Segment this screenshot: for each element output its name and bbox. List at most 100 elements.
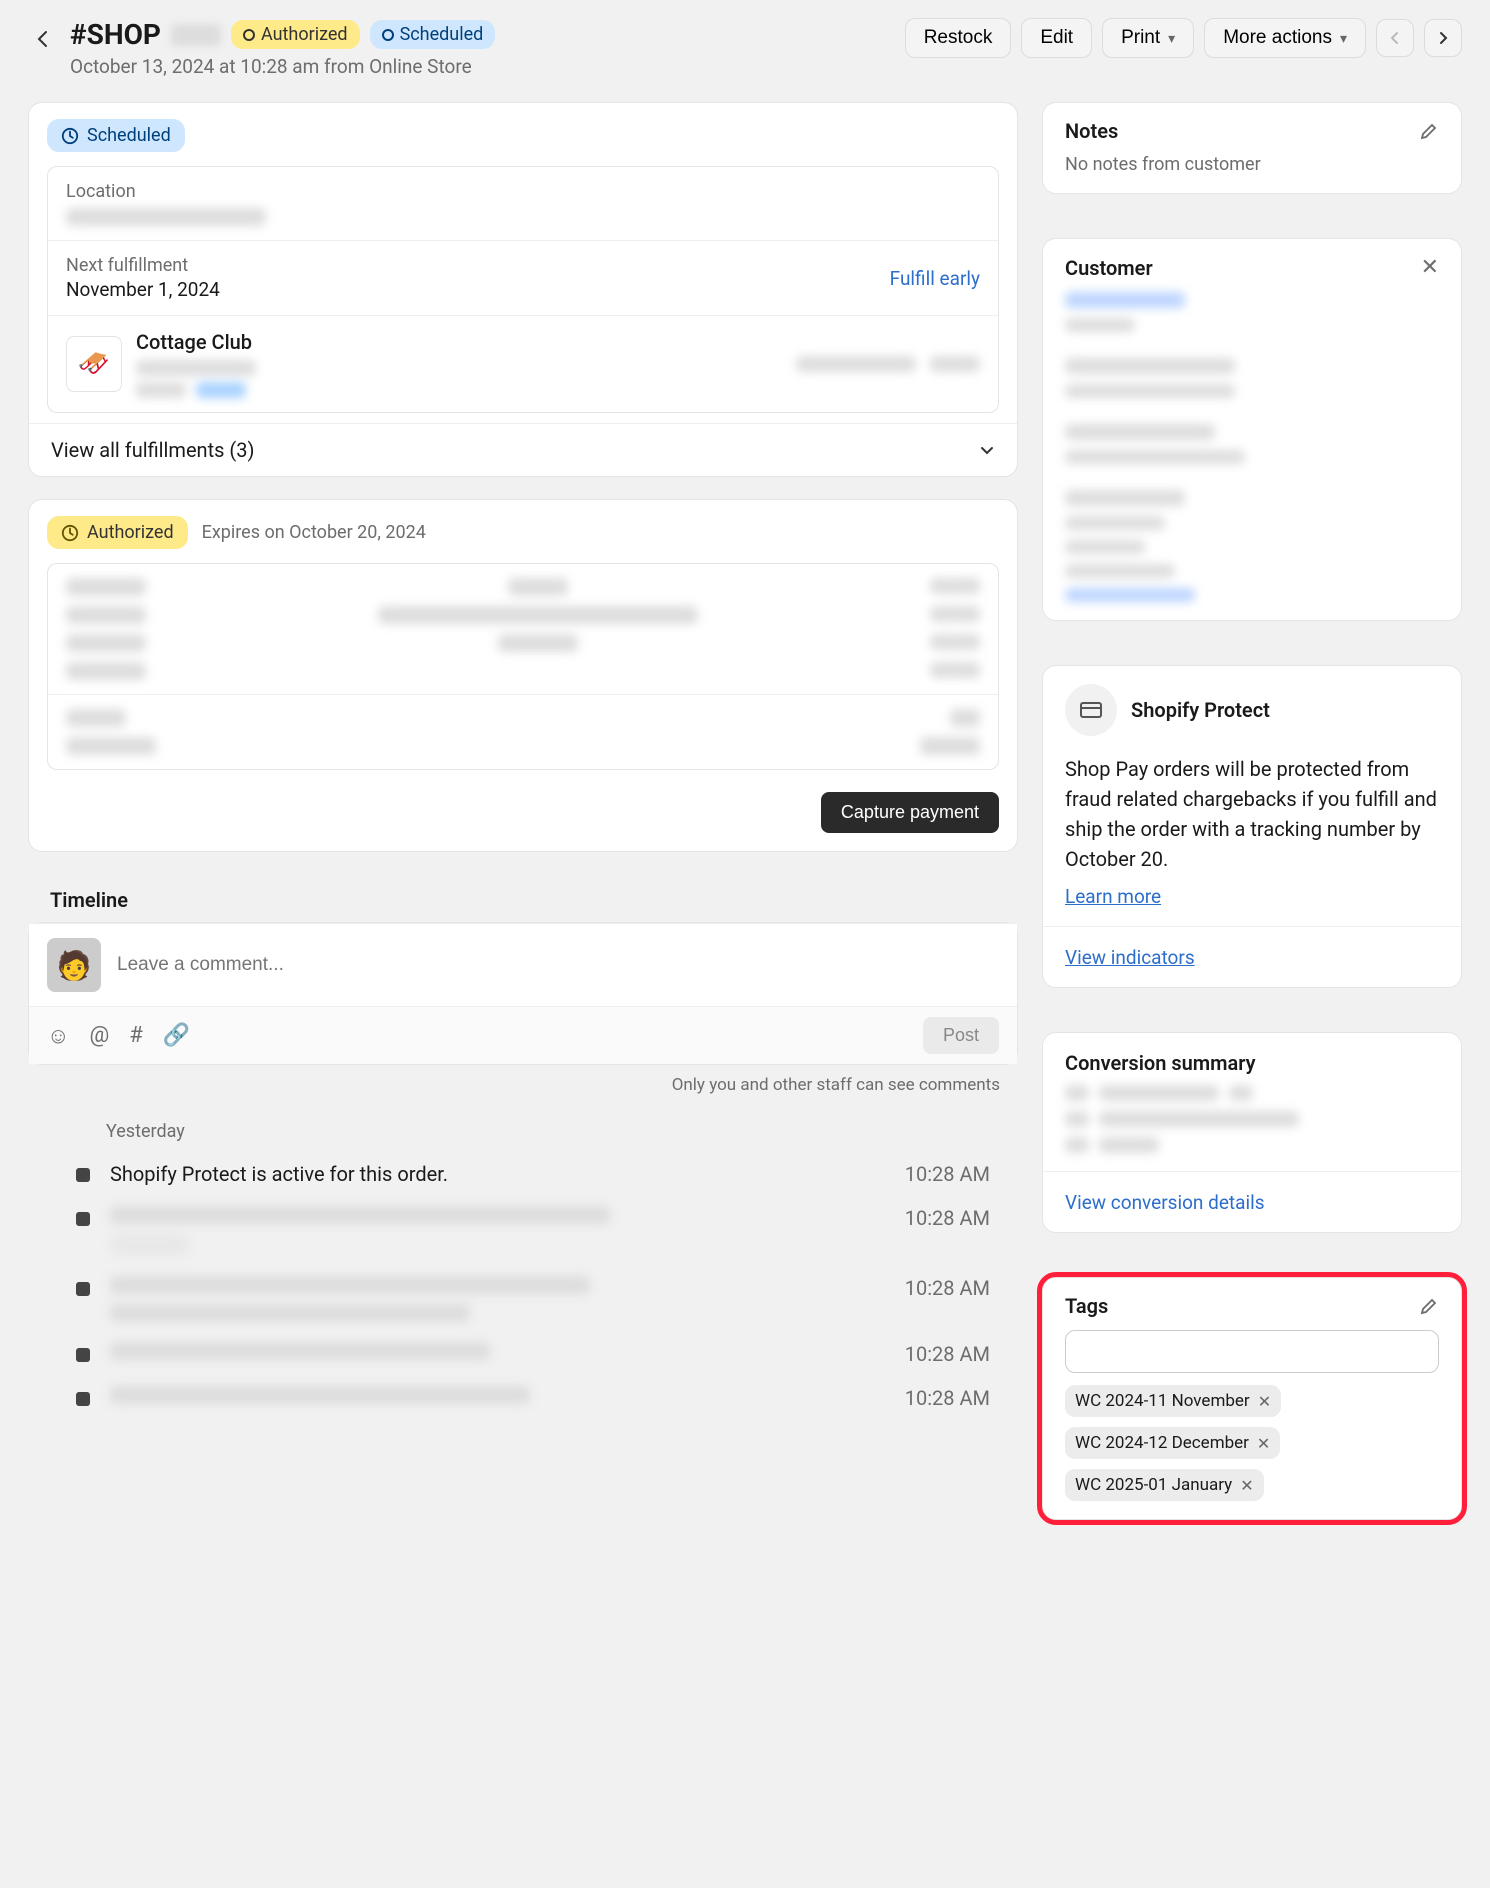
tag-label: WC 2024-11 November: [1075, 1391, 1250, 1411]
badge-label: Authorized: [261, 24, 348, 45]
timeline-day: Yesterday: [106, 1121, 1000, 1142]
clock-icon: [61, 127, 79, 145]
tags-input[interactable]: [1065, 1330, 1439, 1373]
timeline-time: 10:28 AM: [905, 1206, 990, 1230]
back-button[interactable]: [28, 24, 58, 54]
conversion-redacted: [1065, 1085, 1089, 1101]
more-actions-button[interactable]: More actions: [1204, 18, 1366, 58]
mention-icon[interactable]: @: [89, 1023, 109, 1049]
conversion-redacted: [1229, 1085, 1253, 1101]
summary-redacted: [66, 737, 156, 755]
timeline-redacted: [110, 1342, 490, 1360]
payment-expires: Expires on October 20, 2024: [202, 522, 426, 543]
post-button[interactable]: Post: [923, 1017, 999, 1054]
price-redacted: [796, 356, 916, 372]
summary-redacted: [930, 578, 980, 594]
next-fulfillment-label: Next fulfillment: [66, 255, 220, 276]
tag-remove-icon[interactable]: ✕: [1257, 1434, 1270, 1453]
summary-redacted: [66, 662, 146, 680]
tag-label: WC 2025-01 January: [1075, 1475, 1232, 1495]
pill-label: Scheduled: [87, 125, 171, 146]
hashtag-icon[interactable]: #: [129, 1023, 143, 1049]
avatar: 🧑: [47, 938, 101, 992]
timeline-dot-icon: [76, 1212, 90, 1226]
customer-redacted: [1065, 450, 1245, 464]
authorized-dot-icon: [243, 29, 255, 41]
remove-customer-icon[interactable]: ✕: [1421, 255, 1439, 280]
timeline-item: 10:28 AM: [46, 1342, 1000, 1366]
customer-redacted: [1065, 358, 1235, 374]
protect-title: Shopify Protect: [1131, 698, 1270, 722]
restock-button[interactable]: Restock: [905, 18, 1012, 58]
tag-remove-icon[interactable]: ✕: [1240, 1476, 1253, 1495]
tag-chip: WC 2024-12 December ✕: [1065, 1427, 1280, 1459]
timeline-dot-icon: [76, 1282, 90, 1296]
timeline-item: 10:28 AM: [46, 1276, 1000, 1322]
customer-redacted: [1065, 490, 1185, 506]
notes-title: Notes: [1065, 119, 1118, 143]
product-meta-redacted: [196, 382, 246, 398]
timeline-time: 10:28 AM: [905, 1342, 990, 1366]
next-order-button[interactable]: [1424, 19, 1462, 57]
timeline-redacted: [110, 1386, 530, 1404]
conversion-redacted: [1065, 1137, 1089, 1153]
emoji-icon[interactable]: ☺: [47, 1023, 69, 1049]
timeline-redacted: [110, 1206, 610, 1224]
customer-redacted: [1065, 384, 1235, 398]
credit-card-icon: [1065, 684, 1117, 736]
status-badge-authorized: Authorized: [231, 20, 360, 49]
conversion-card: Conversion summary: [1042, 1032, 1462, 1233]
fulfillment-card: Scheduled Location Next fulfillment Nove…: [28, 102, 1018, 477]
conversion-title: Conversion summary: [1065, 1051, 1439, 1075]
notes-card: Notes No notes from customer: [1042, 102, 1462, 194]
customer-redacted: [1065, 516, 1165, 530]
payment-card: Authorized Expires on October 20, 2024: [28, 499, 1018, 852]
attachment-icon[interactable]: 🔗: [163, 1023, 190, 1049]
comment-input[interactable]: [115, 953, 999, 977]
tag-remove-icon[interactable]: ✕: [1258, 1392, 1271, 1411]
prev-order-button[interactable]: [1376, 19, 1414, 57]
edit-notes-icon[interactable]: [1419, 121, 1439, 141]
shopify-protect-card: Shopify Protect Shop Pay orders will be …: [1042, 665, 1462, 988]
timeline-redacted: [110, 1276, 590, 1294]
clock-icon: [61, 524, 79, 542]
conversion-redacted: [1065, 1111, 1089, 1127]
timeline-dot-icon: [76, 1348, 90, 1362]
summary-redacted: [66, 578, 146, 596]
timeline-redacted: [110, 1304, 470, 1322]
customer-redacted: [1065, 424, 1215, 440]
timeline-chip-redacted: [110, 1234, 190, 1256]
tag-label: WC 2024-12 December: [1075, 1433, 1249, 1453]
page-header: #SHOP Authorized Scheduled October 13, 2…: [28, 18, 1462, 78]
edit-button[interactable]: Edit: [1021, 18, 1092, 58]
product-meta-redacted: [136, 382, 186, 398]
learn-more-link[interactable]: Learn more: [1065, 885, 1161, 908]
view-conversion-link[interactable]: View conversion details: [1065, 1191, 1265, 1214]
fulfill-early-link[interactable]: Fulfill early: [890, 267, 980, 290]
customer-title: Customer: [1065, 256, 1153, 280]
print-label: Print: [1121, 27, 1160, 49]
tags-title: Tags: [1065, 1294, 1108, 1318]
tag-chip: WC 2024-11 November ✕: [1065, 1385, 1281, 1417]
summary-redacted: [66, 634, 146, 652]
summary-redacted: [66, 606, 146, 624]
print-button[interactable]: Print: [1102, 18, 1194, 58]
pill-label: Authorized: [87, 522, 174, 543]
edit-tags-icon[interactable]: [1419, 1296, 1439, 1316]
more-label: More actions: [1223, 27, 1332, 49]
capture-payment-button[interactable]: Capture payment: [821, 792, 999, 833]
summary-redacted: [498, 634, 578, 652]
tag-chip: WC 2025-01 January ✕: [1065, 1469, 1264, 1501]
scheduled-dot-icon: [382, 29, 394, 41]
product-thumbnail[interactable]: 🛷: [66, 336, 122, 392]
customer-redacted: [1065, 292, 1185, 308]
timeline-item: 10:28 AM: [46, 1206, 1000, 1256]
view-indicators-link[interactable]: View indicators: [1065, 946, 1195, 969]
view-all-fulfillments[interactable]: View all fulfillments (3): [29, 423, 1017, 476]
tag-chips: WC 2024-11 November ✕ WC 2024-12 December ✕…: [1065, 1385, 1439, 1501]
product-name[interactable]: Cottage Club: [136, 330, 782, 354]
product-variant-redacted: [136, 360, 256, 376]
tags-card: Tags WC 2024-11 November✕WC 2024-12 Dece…: [1042, 1277, 1462, 1520]
timeline-card: Timeline 🧑 ☺ @ # 🔗 Post: [28, 874, 1018, 1450]
customer-redacted: [1065, 564, 1175, 578]
